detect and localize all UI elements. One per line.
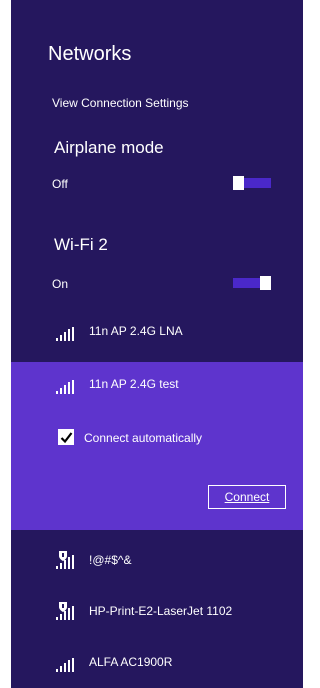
network-name: !@#$^& <box>89 553 132 567</box>
connect-automatically-label: Connect automatically <box>84 431 203 445</box>
secured-wifi-signal-icon <box>56 602 74 620</box>
network-name: ALFA AC1900R <box>89 655 173 669</box>
network-item-selected[interactable]: 11n AP 2.4G test <box>11 362 303 404</box>
airplane-mode-status: Off <box>52 177 68 191</box>
network-item[interactable]: ALFA AC1900R <box>11 640 303 682</box>
connect-button-label: Connect <box>224 490 270 504</box>
network-item[interactable]: !@#$^& <box>11 538 303 580</box>
selected-network-panel: 11n AP 2.4G test Connect automatically C… <box>11 362 303 530</box>
wifi-status: On <box>52 277 69 291</box>
network-name: 11n AP 2.4G test <box>89 377 179 391</box>
network-item[interactable]: 11n AP 2.4G LNA <box>11 309 303 351</box>
connect-automatically-checkbox[interactable] <box>58 429 74 445</box>
networks-pane: Networks View Connection Settings Airpla… <box>11 0 303 688</box>
secured-wifi-signal-icon <box>56 551 74 569</box>
check-icon <box>60 432 73 444</box>
airplane-mode-title: Airplane mode <box>54 138 164 157</box>
wifi-title: Wi-Fi 2 <box>54 235 108 254</box>
panel-title: Networks <box>48 43 132 65</box>
wifi-signal-icon <box>56 380 74 394</box>
connect-button[interactable]: Connect <box>208 485 286 509</box>
network-name: HP-Print-E2-LaserJet 1102 <box>89 604 233 618</box>
wifi-toggle-track <box>233 278 260 288</box>
network-item[interactable]: HP-Print-E2-LaserJet 1102 <box>11 589 303 631</box>
wifi-signal-icon <box>56 327 74 341</box>
wifi-toggle[interactable] <box>233 276 271 290</box>
airplane-mode-toggle-track <box>244 178 271 188</box>
wifi-toggle-thumb <box>260 276 271 290</box>
network-name: 11n AP 2.4G LNA <box>89 324 183 338</box>
airplane-mode-toggle-thumb <box>233 176 244 190</box>
view-connection-settings-link[interactable]: View Connection Settings <box>52 95 189 111</box>
wifi-signal-icon <box>56 658 74 672</box>
airplane-mode-toggle[interactable] <box>233 176 271 190</box>
